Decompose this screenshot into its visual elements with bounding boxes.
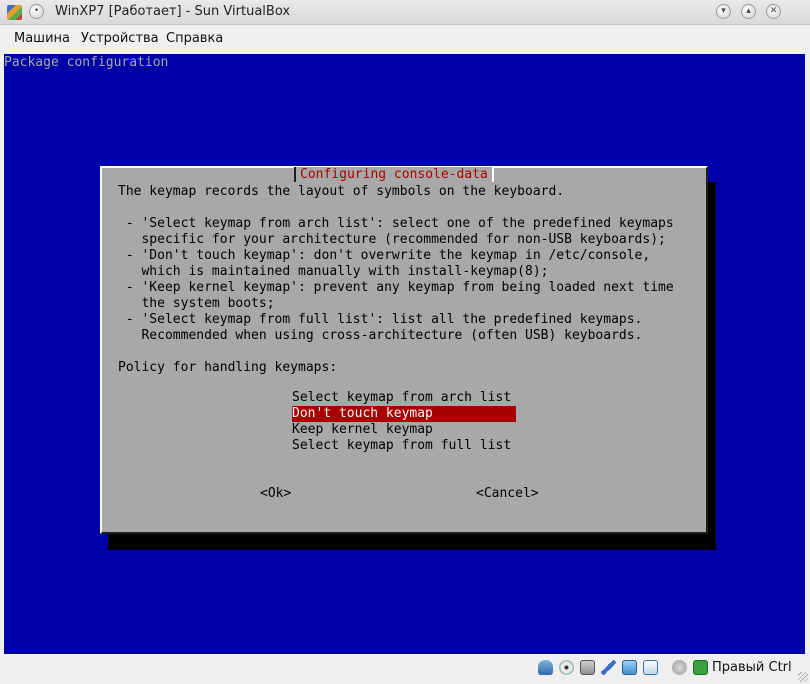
title-bar: • WinXP7 [Работает] - Sun VirtualBox ▾ ▴… (0, 0, 810, 25)
close-button[interactable]: ✕ (766, 4, 781, 19)
policy-prompt: Policy for handling keymaps: (118, 360, 338, 375)
dialog-text-line: - 'Select keymap from arch list': select… (118, 216, 674, 231)
cancel-button[interactable]: <Cancel> (476, 486, 539, 502)
ok-button[interactable]: <Ok> (260, 486, 291, 502)
package-configuration-header: Package configuration (4, 55, 169, 70)
host-key-label[interactable]: Правый Ctrl (712, 660, 792, 675)
dialog-text-line: the system boots; (118, 296, 275, 311)
dialog-title: Configuring console-data (294, 167, 494, 182)
keymap-policy-list: Select keymap from arch list Don't touch… (292, 390, 516, 454)
window-title: WinXP7 [Работает] - Sun VirtualBox (55, 4, 291, 19)
network-icon[interactable] (643, 660, 658, 675)
virtualbox-logo-icon[interactable] (7, 5, 22, 20)
hard-disk-icon[interactable] (538, 660, 553, 675)
minimize-button[interactable]: ▾ (716, 4, 731, 19)
dialog-text-line: The keymap records the layout of symbols… (118, 184, 565, 199)
mouse-integration-icon[interactable] (672, 660, 687, 675)
cd-icon[interactable] (559, 660, 574, 675)
dialog-text-line: - 'Don't touch keymap': don't overwrite … (118, 248, 651, 263)
option-select-from-arch-list[interactable]: Select keymap from arch list (292, 390, 516, 406)
shared-folders-icon[interactable] (622, 660, 637, 675)
menu-bar: Машина Устройства Справка (0, 25, 810, 51)
capture-arrow-icon[interactable] (693, 660, 708, 675)
dialog-text-line: Recommended when using cross-architectur… (118, 328, 643, 343)
dialog-text-line: which is maintained manually with instal… (118, 264, 549, 279)
dialog-text-line: - 'Keep kernel keymap': prevent any keym… (118, 280, 674, 295)
vm-screen[interactable]: Package configuration Configuring consol… (4, 54, 805, 654)
dialog-text-line: - 'Select keymap from full list': list a… (118, 312, 643, 327)
floppy-icon[interactable] (580, 660, 595, 675)
maximize-button[interactable]: ▴ (741, 4, 756, 19)
option-dont-touch-keymap[interactable]: Don't touch keymap (292, 406, 516, 422)
console-data-dialog: Configuring console-data The keymap reco… (100, 166, 708, 534)
option-select-from-full-list[interactable]: Select keymap from full list (292, 438, 516, 454)
window-menu-icon[interactable]: • (29, 4, 44, 19)
usb-icon[interactable] (601, 660, 616, 675)
menu-help[interactable]: Справка (166, 31, 223, 46)
resize-grip[interactable] (798, 672, 808, 682)
status-bar: Правый Ctrl (0, 655, 810, 684)
menu-devices[interactable]: Устройства (81, 31, 159, 46)
dialog-text-line: specific for your architecture (recommen… (118, 232, 666, 247)
option-keep-kernel-keymap[interactable]: Keep kernel keymap (292, 422, 516, 438)
menu-machine[interactable]: Машина (14, 31, 70, 46)
